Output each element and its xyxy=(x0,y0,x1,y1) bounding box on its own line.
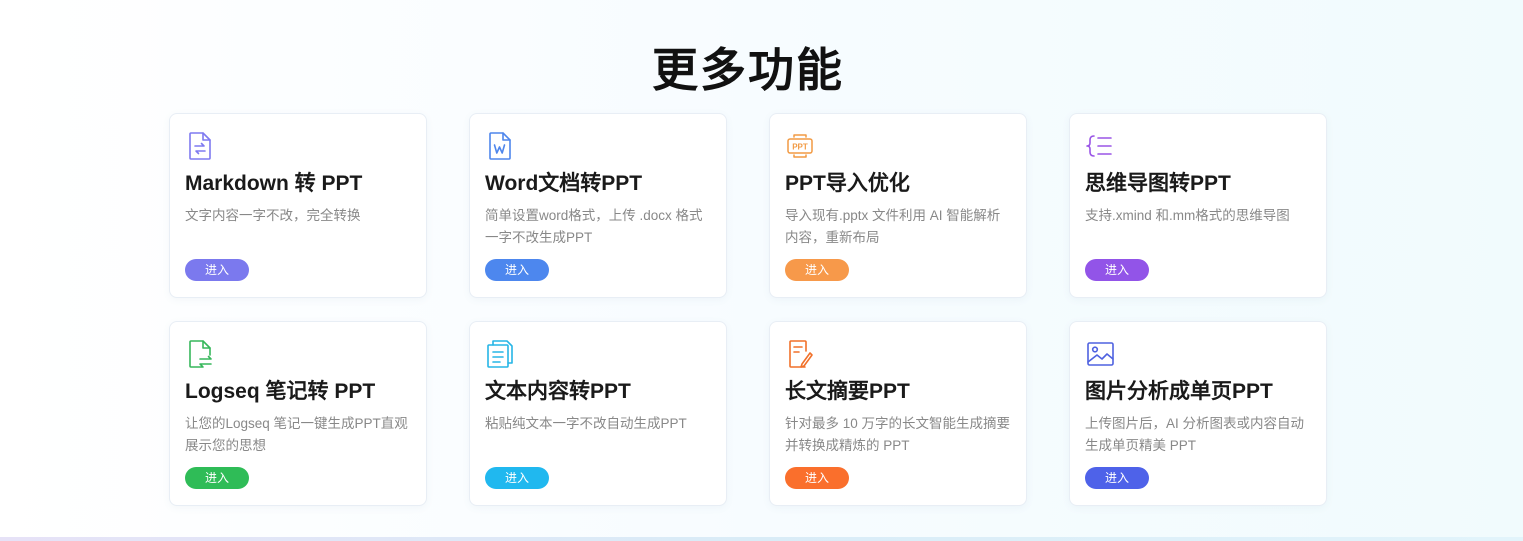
card-description: 粘贴纯文本一字不改自动生成PPT xyxy=(485,416,687,431)
feature-card-word: Word文档转PPT 简单设置word格式，上传 .docx 格式一字不改生成P… xyxy=(469,113,727,298)
ppt-import-icon: PPT xyxy=(785,130,815,162)
markdown-file-icon xyxy=(185,130,215,162)
feature-card-logseq: Logseq 笔记转 PPT 让您的Logseq 笔记一键生成PPT直观展示您的… xyxy=(169,321,427,506)
enter-button-ppt-import[interactable]: 进入 xyxy=(785,259,849,281)
enter-button-logseq[interactable]: 进入 xyxy=(185,467,249,489)
card-description: 文字内容一字不改，完全转换 xyxy=(185,208,361,223)
card-title: PPT导入优化 xyxy=(785,172,910,195)
enter-button-long-text[interactable]: 进入 xyxy=(785,467,849,489)
enter-button-mindmap[interactable]: 进入 xyxy=(1085,259,1149,281)
section-title: 更多功能 xyxy=(652,44,844,96)
feature-card-markdown: Markdown 转 PPT 文字内容一字不改，完全转换 进入 xyxy=(169,113,427,298)
feature-card-long-text: 长文摘要PPT 针对最多 10 万字的长文智能生成摘要并转换成精炼的 PPT 进… xyxy=(769,321,1027,506)
text-document-icon xyxy=(485,338,515,370)
word-file-icon xyxy=(485,130,515,162)
card-title: 长文摘要PPT xyxy=(785,380,910,403)
bottom-divider xyxy=(0,537,1523,541)
logseq-file-icon xyxy=(185,338,215,370)
feature-card-image: 图片分析成单页PPT 上传图片后，AI 分析图表或内容自动生成单页精美 PPT … xyxy=(1069,321,1327,506)
card-description: 让您的Logseq 笔记一键生成PPT直观展示您的思想 xyxy=(185,416,408,453)
svg-text:PPT: PPT xyxy=(792,143,808,152)
enter-button-text[interactable]: 进入 xyxy=(485,467,549,489)
card-description: 针对最多 10 万字的长文智能生成摘要并转换成精炼的 PPT xyxy=(785,416,1011,453)
image-icon xyxy=(1085,338,1115,370)
card-description: 上传图片后，AI 分析图表或内容自动生成单页精美 PPT xyxy=(1085,416,1305,453)
enter-button-word[interactable]: 进入 xyxy=(485,259,549,281)
feature-card-mindmap: 思维导图转PPT 支持.xmind 和.mm格式的思维导图 进入 xyxy=(1069,113,1327,298)
feature-card-text: 文本内容转PPT 粘贴纯文本一字不改自动生成PPT 进入 xyxy=(469,321,727,506)
long-text-edit-icon xyxy=(785,338,815,370)
card-description: 导入现有.pptx 文件利用 AI 智能解析内容，重新布局 xyxy=(785,208,1001,245)
feature-grid: Markdown 转 PPT 文字内容一字不改，完全转换 进入 Word文档转P… xyxy=(169,113,1327,506)
card-title: Logseq 笔记转 PPT xyxy=(185,380,376,403)
card-title: Markdown 转 PPT xyxy=(185,172,363,195)
card-title: 文本内容转PPT xyxy=(485,380,631,403)
card-title: Word文档转PPT xyxy=(485,172,643,195)
enter-button-image[interactable]: 进入 xyxy=(1085,467,1149,489)
mindmap-icon xyxy=(1085,130,1115,162)
card-title: 思维导图转PPT xyxy=(1085,172,1231,195)
card-description: 简单设置word格式，上传 .docx 格式一字不改生成PPT xyxy=(485,208,703,245)
card-description: 支持.xmind 和.mm格式的思维导图 xyxy=(1085,208,1290,223)
feature-card-ppt-import: PPT PPT导入优化 导入现有.pptx 文件利用 AI 智能解析内容，重新布… xyxy=(769,113,1027,298)
enter-button-markdown[interactable]: 进入 xyxy=(185,259,249,281)
card-title: 图片分析成单页PPT xyxy=(1085,380,1273,403)
